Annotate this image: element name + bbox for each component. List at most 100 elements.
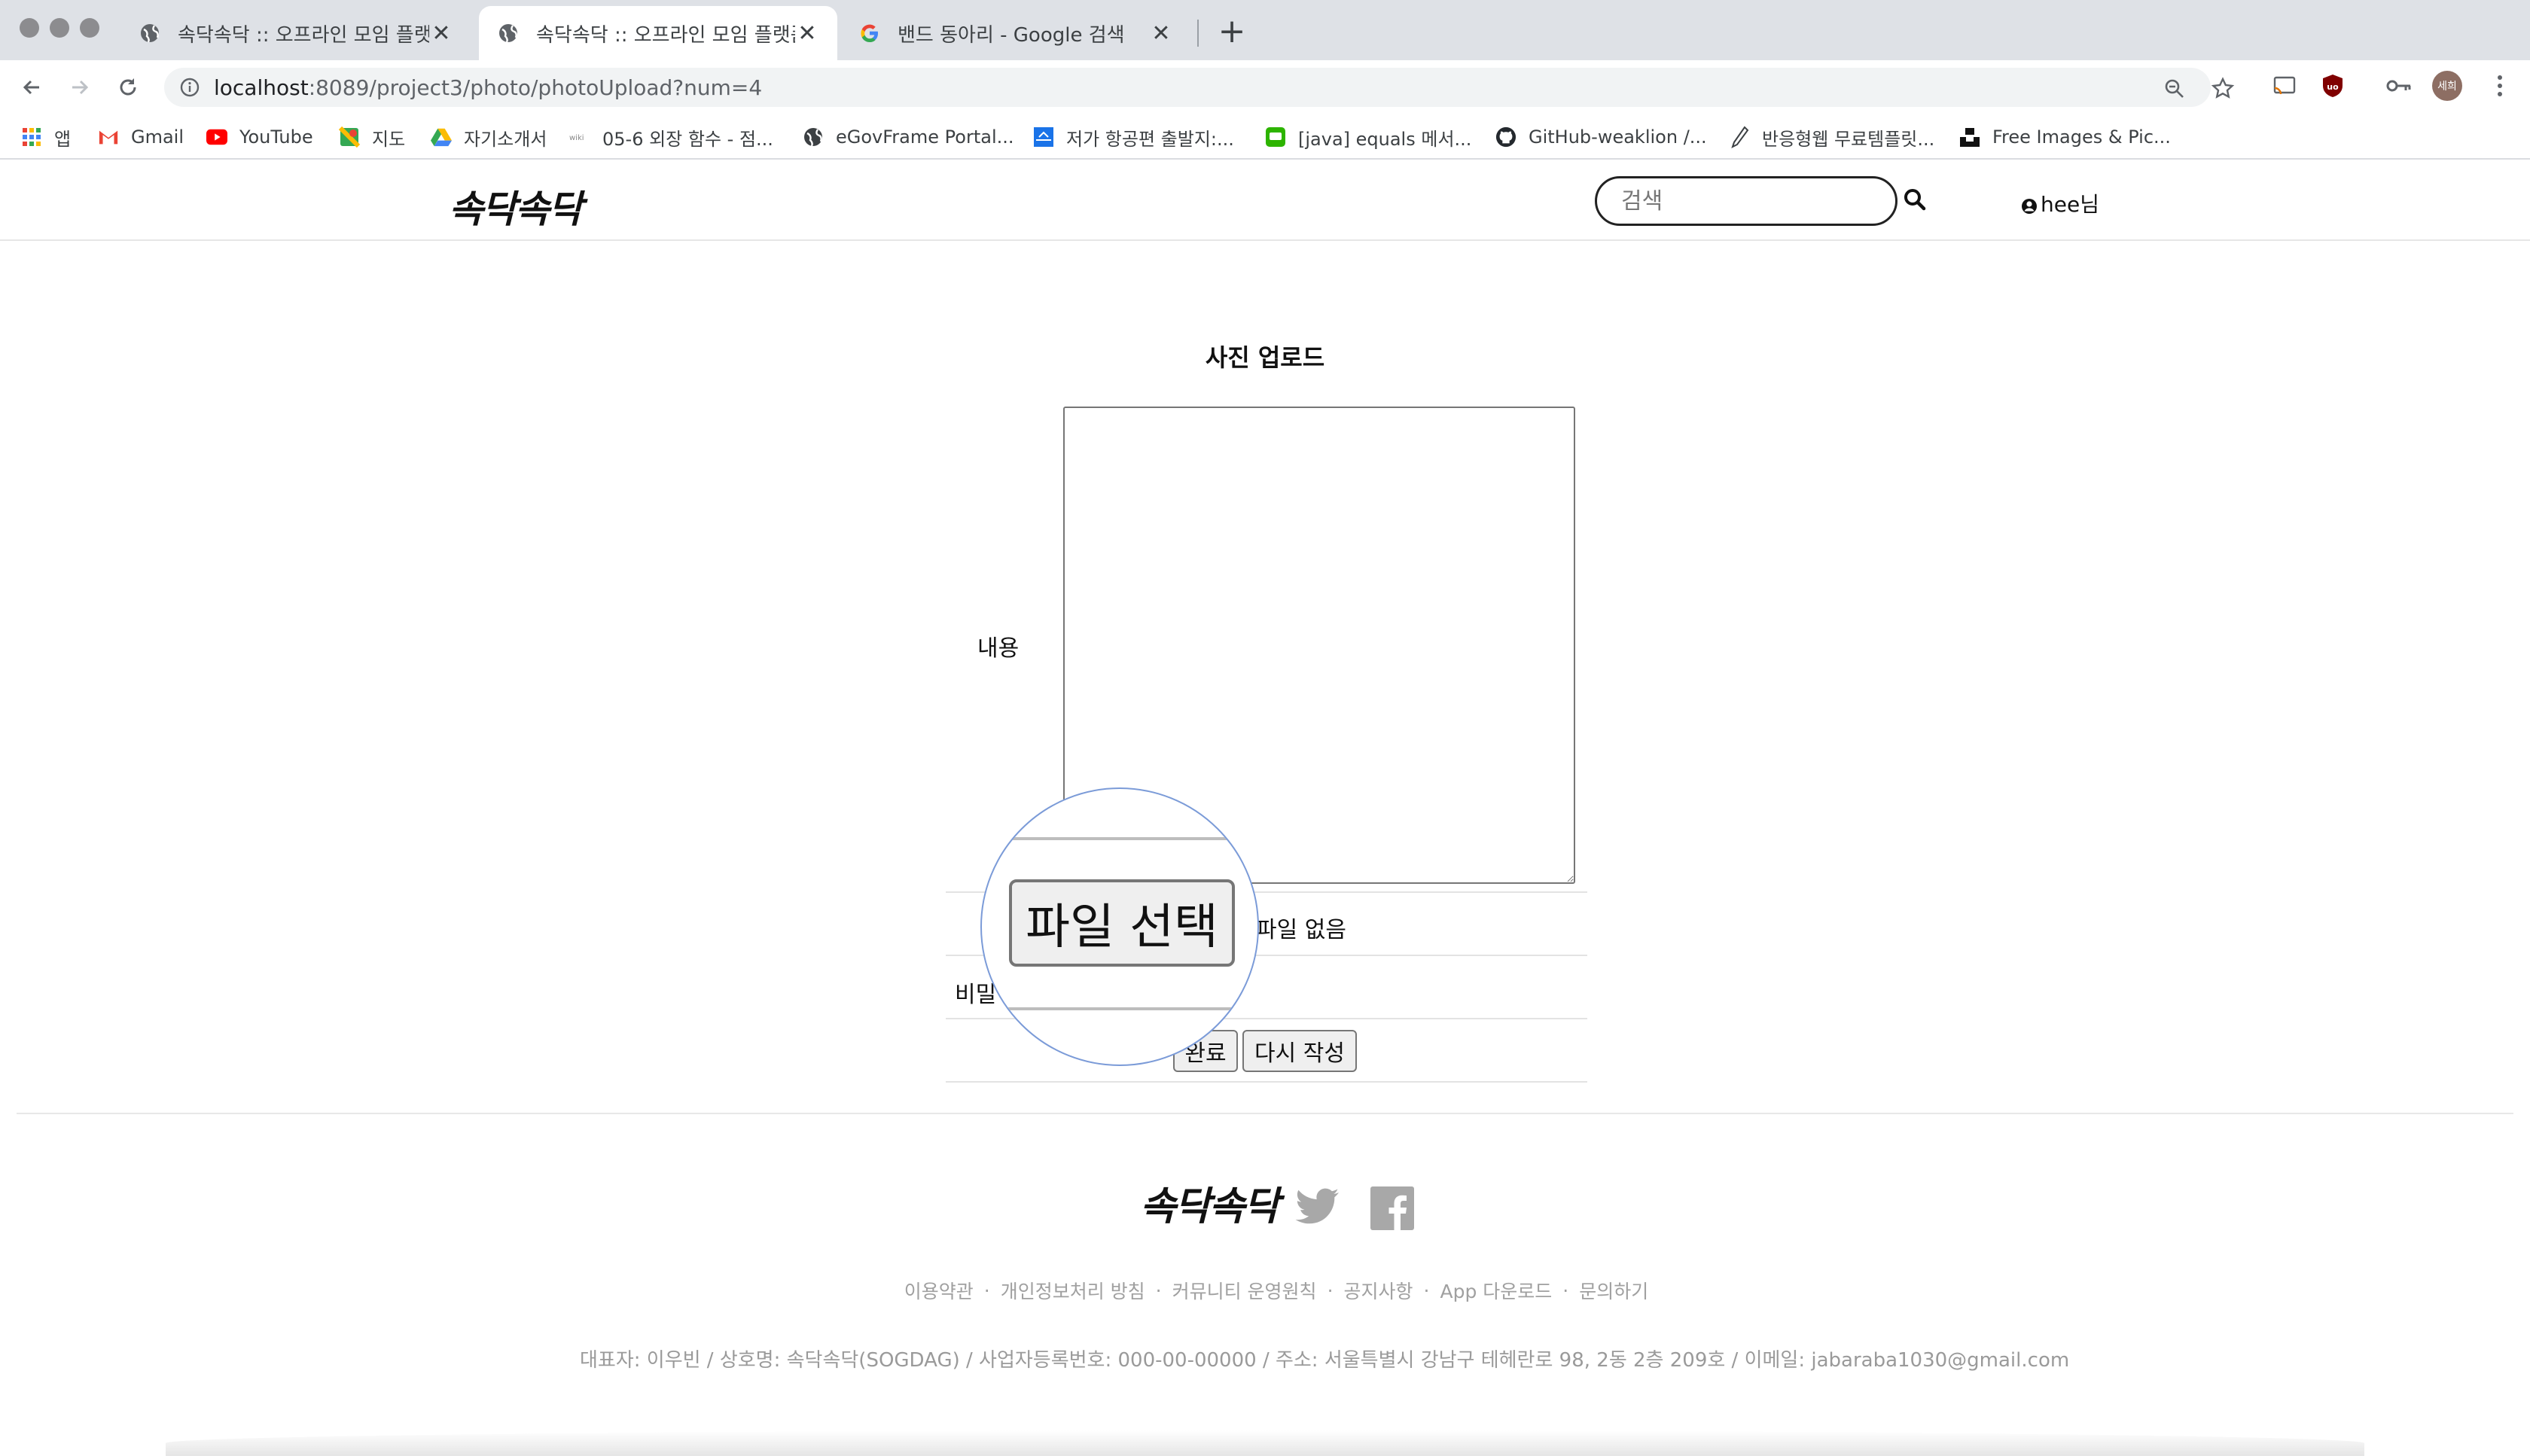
file-select-button[interactable]: 파일 선택 <box>1009 879 1235 967</box>
svg-text:uo: uo <box>2327 82 2339 92</box>
address-bar[interactable]: localhost:8089/project3/photo/photoUploa… <box>164 68 2235 107</box>
url-text: localhost:8089/project3/photo/photoUploa… <box>214 75 762 100</box>
user-name: hee님 <box>2041 192 2099 217</box>
bookmark-java-equals[interactable]: [java] equals 메서... <box>1265 122 1471 152</box>
back-arrow-icon[interactable] <box>15 71 48 104</box>
link-separator: · <box>983 1279 990 1302</box>
maps-icon <box>339 126 360 148</box>
bookmarks-bar: 앱 Gmail YouTube 지도 자기소개서 wiki 05-6 외장 함수… <box>0 114 2530 160</box>
gmail-icon <box>98 126 119 148</box>
bookmark-star-icon[interactable] <box>2209 75 2236 102</box>
globe-icon <box>497 22 520 44</box>
bookmark-label: 반응형웹 무료템플릿... <box>1762 128 1935 150</box>
reset-button[interactable]: 다시 작성 <box>1242 1030 1357 1072</box>
flight-icon <box>1033 126 1054 148</box>
bookmark-github[interactable]: GitHub-weaklion /... <box>1495 122 1707 152</box>
menu-kebab-icon[interactable] <box>2485 71 2515 101</box>
bookmark-template[interactable]: 반응형웹 무료템플릿... <box>1729 122 1934 152</box>
bookmark-label: 05-6 외장 함수 - 점... <box>602 128 773 150</box>
key-icon[interactable] <box>2384 71 2414 101</box>
footer-link-privacy[interactable]: 개인정보처리 방침 <box>1001 1277 1145 1304</box>
bookmark-drive[interactable]: 자기소개서 <box>431 122 547 152</box>
row-divider <box>946 1081 1587 1083</box>
bookmark-label: YouTube <box>239 126 313 148</box>
globe-icon <box>139 22 161 44</box>
page-title: 사진 업로드 <box>1205 343 1325 372</box>
user-menu[interactable]: hee님 <box>2021 188 2099 218</box>
link-separator: · <box>1327 1279 1334 1302</box>
twitter-icon[interactable] <box>1295 1188 1340 1229</box>
link-separator: · <box>1155 1279 1162 1302</box>
browser-tab-2[interactable]: 속닥속닥 :: 오프라인 모임 플랫폼 ✕ <box>479 6 837 60</box>
bookmark-label: 앱 <box>54 128 72 150</box>
window-zoom-dot[interactable] <box>80 18 99 38</box>
url-path: :8089/project3/photo/photoUpload?num=4 <box>308 75 763 100</box>
youtube-icon <box>206 126 227 148</box>
user-circle-icon <box>2021 195 2038 214</box>
drive-icon <box>431 126 452 148</box>
google-icon <box>858 22 881 44</box>
bookmark-wikidocs[interactable]: wiki 05-6 외장 함수 - 점... <box>569 122 773 152</box>
bookmark-label: 자기소개서 <box>464 128 547 150</box>
ublock-icon[interactable]: uo <box>2318 71 2348 101</box>
close-tab-icon[interactable]: ✕ <box>795 20 819 47</box>
unsplash-icon <box>1959 126 1980 148</box>
apps-grid-icon <box>21 126 42 148</box>
site-info-icon[interactable] <box>179 77 200 98</box>
browser-tab-strip: 속닥속닥 :: 오프라인 모임 플랫폼 ✕ 속닥속닥 :: 오프라인 모임 플랫… <box>0 0 2530 60</box>
bookmark-unsplash[interactable]: Free Images & Pic... <box>1959 122 2171 152</box>
close-tab-icon[interactable]: ✕ <box>429 20 453 47</box>
site-logo[interactable]: 속닥속닥 <box>449 179 583 233</box>
zoom-icon[interactable] <box>2161 75 2188 102</box>
window-minimize-dot[interactable] <box>50 18 69 38</box>
footer-divider <box>17 1113 2513 1114</box>
tab-title: 속닥속닥 :: 오프라인 모임 플랫폼 <box>536 23 795 47</box>
bookmark-label: 저가 항공편 출발지:... <box>1066 128 1234 150</box>
footer-link-terms[interactable]: 이용약관 <box>904 1277 974 1304</box>
github-icon <box>1495 126 1516 148</box>
bookmark-egovframe[interactable]: eGovFrame Portal... <box>803 122 1014 152</box>
globe-icon <box>803 126 824 148</box>
new-tab-icon[interactable]: + <box>1215 15 1248 50</box>
footer-company-info: 대표자: 이우빈 / 상호명: 속닥속닥(SOGDAG) / 사업자등록번호: … <box>580 1349 2070 1372</box>
magnified-input-edge <box>982 1007 1257 1010</box>
chat-icon <box>1265 126 1286 148</box>
tab-title: 밴드 동아리 - Google 검색 <box>898 23 1125 47</box>
browser-tab-3[interactable]: 밴드 동아리 - Google 검색 ✕ <box>840 6 1191 60</box>
svg-text:wiki: wiki <box>569 134 584 142</box>
magnified-textarea-edge <box>982 837 1257 840</box>
footer-link-app-download[interactable]: App 다운로드 <box>1440 1277 1552 1304</box>
footer-link-community-rules[interactable]: 커뮤니티 운영원칙 <box>1172 1277 1317 1304</box>
bookmark-youtube[interactable]: YouTube <box>206 122 313 152</box>
bookmark-apps[interactable]: 앱 <box>21 122 71 152</box>
footer-logo: 속닥속닥 <box>1140 1183 1279 1229</box>
password-label: 비밀 <box>955 982 997 1008</box>
avatar[interactable]: 세희 <box>2432 71 2462 101</box>
link-separator: · <box>1562 1279 1569 1302</box>
cast-icon[interactable] <box>2269 71 2300 101</box>
site-search-input[interactable] <box>1621 187 1902 215</box>
search-icon[interactable] <box>1902 187 1928 215</box>
footer-link-contact[interactable]: 문의하기 <box>1579 1277 1648 1304</box>
url-host: localhost <box>214 75 309 100</box>
browser-tab-1[interactable]: 속닥속닥 :: 오프라인 모임 플랫폼 ✕ <box>120 6 471 60</box>
bookmark-label: Gmail <box>131 126 184 148</box>
file-status-text: 파일 없음 <box>1256 917 1346 943</box>
bookmark-label: [java] equals 메서... <box>1298 128 1472 150</box>
zoom-magnifier: 파일 선택 <box>980 787 1259 1066</box>
forward-arrow-icon[interactable] <box>63 71 96 104</box>
avatar-initials: 세희 <box>2437 81 2457 93</box>
footer-link-notice[interactable]: 공지사항 <box>1344 1277 1413 1304</box>
content-label: 내용 <box>977 635 1020 662</box>
reload-icon[interactable] <box>111 71 145 104</box>
tab-separator <box>1197 20 1199 47</box>
facebook-icon[interactable] <box>1370 1186 1414 1233</box>
close-tab-icon[interactable]: ✕ <box>1149 20 1173 47</box>
bookmark-gmail[interactable]: Gmail <box>98 122 184 152</box>
bookmark-flights[interactable]: 저가 항공편 출발지:... <box>1033 122 1234 152</box>
bookmark-maps[interactable]: 지도 <box>339 122 405 152</box>
bookmark-label: Free Images & Pic... <box>1992 126 2171 148</box>
bookmark-label: GitHub-weaklion /... <box>1529 126 1707 148</box>
window-close-dot[interactable] <box>20 18 39 38</box>
site-search-box <box>1595 176 1926 226</box>
